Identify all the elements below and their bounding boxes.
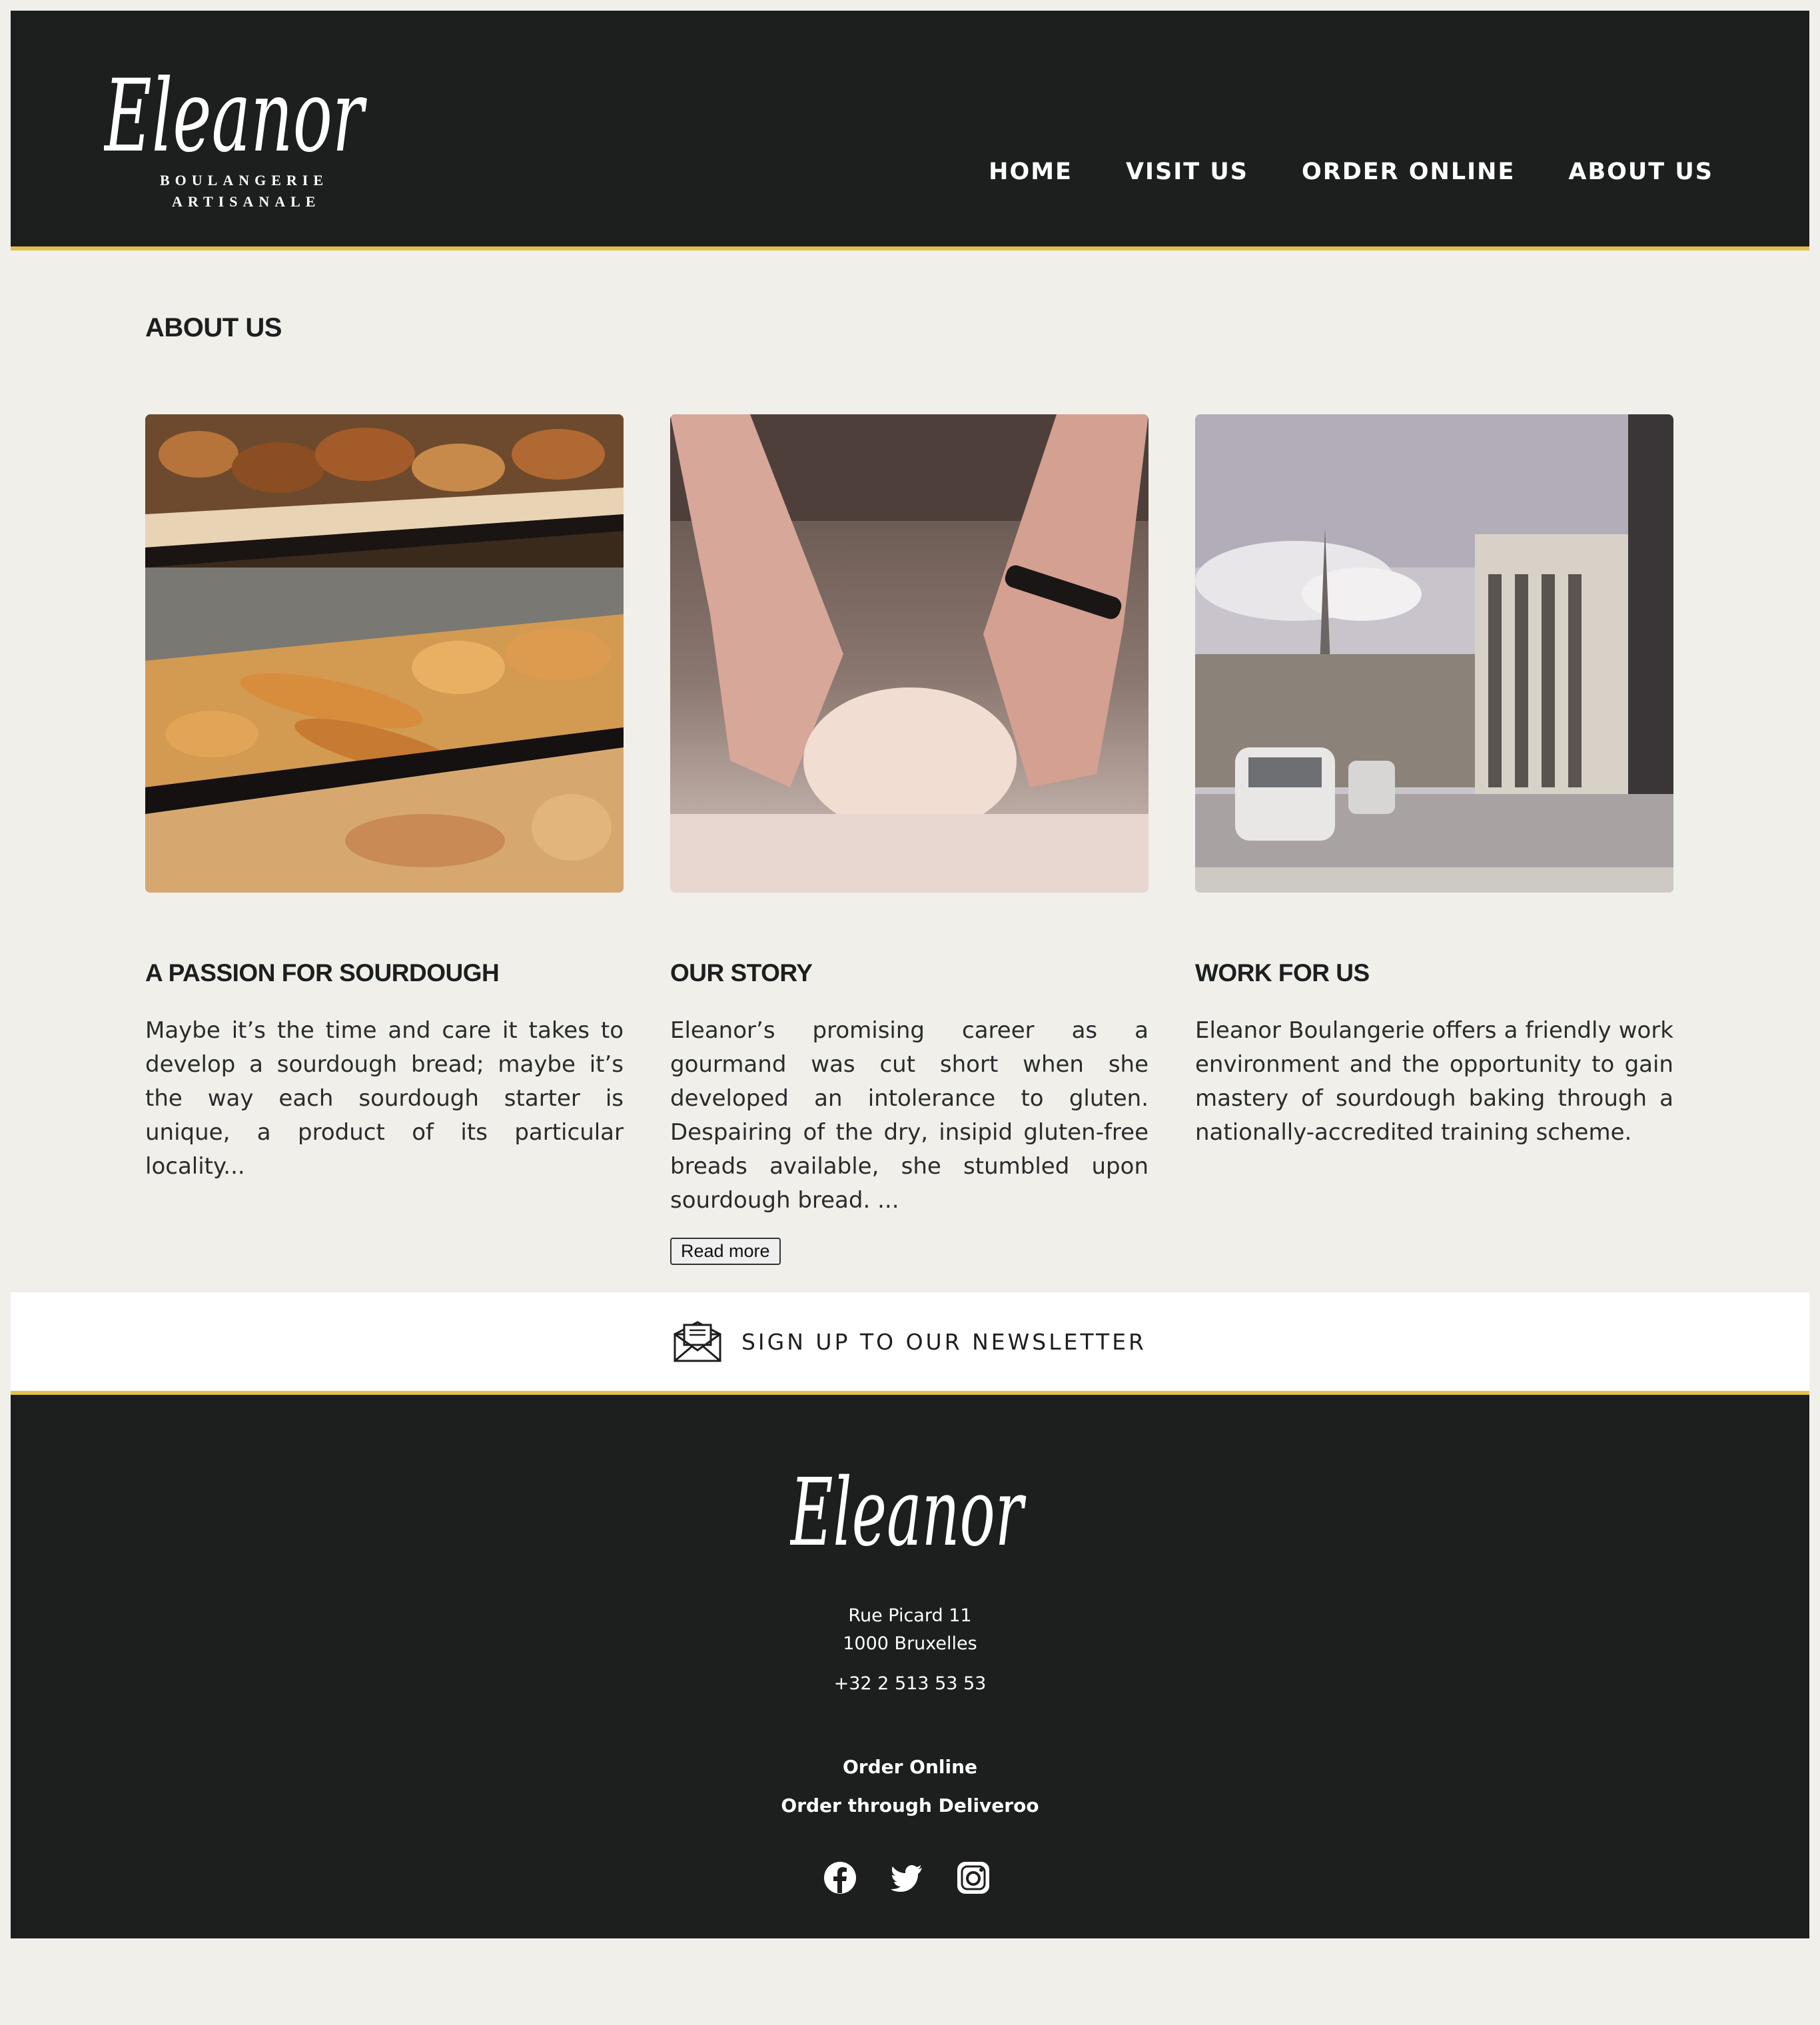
- card-text: Eleanor’s promising career as a gourmand…: [670, 1017, 1148, 1214]
- envelope-icon: [674, 1321, 721, 1362]
- order-online-link[interactable]: Order Online: [11, 1756, 1809, 1778]
- main-content: ABOUT US A PASSION FOR SOURDOUGH Maybe i…: [11, 250, 1809, 1292]
- card-title: OUR STORY: [670, 959, 813, 987]
- nav-visit-us[interactable]: VISIT US: [1126, 159, 1248, 185]
- main-nav: HOME VISIT US ORDER ONLINE ABOUT US: [989, 159, 1713, 185]
- brussels-street-image: [1195, 414, 1673, 893]
- card-work: WORK FOR US Eleanor Boulangerie offers a…: [1195, 414, 1673, 1150]
- instagram-icon[interactable]: [957, 1861, 990, 1894]
- address-line2: 1000 Bruxelles: [843, 1633, 977, 1654]
- card-text: Maybe it’s the time and care it takes to…: [145, 1017, 624, 1180]
- bakery-shelves-image: [145, 414, 624, 893]
- read-more-button[interactable]: Read more: [670, 1238, 781, 1265]
- order-deliveroo-link[interactable]: Order through Deliveroo: [11, 1795, 1809, 1817]
- nav-order-online[interactable]: ORDER ONLINE: [1302, 159, 1515, 185]
- social-links: [823, 1861, 990, 1894]
- card-passion: A PASSION FOR SOURDOUGH Maybe it’s the t…: [145, 414, 624, 1184]
- site-footer: Eleanor Rue Picard 11 1000 Bruxelles +32…: [11, 1395, 1809, 1938]
- nav-about-us[interactable]: ABOUT US: [1568, 159, 1713, 185]
- facebook-icon[interactable]: [823, 1861, 857, 1894]
- card-story: OUR STORY Eleanor’s promising career as …: [670, 414, 1148, 1265]
- phone-number[interactable]: +32 2 513 53 53: [11, 1673, 1809, 1694]
- nav-home[interactable]: HOME: [989, 159, 1073, 185]
- card-text: Eleanor Boulangerie offers a friendly wo…: [1195, 1017, 1673, 1146]
- svg-text:Eleanor: Eleanor: [790, 1459, 1026, 1561]
- footer-logo[interactable]: Eleanor: [790, 1448, 1030, 1561]
- newsletter-label: SIGN UP TO OUR NEWSLETTER: [741, 1328, 1146, 1355]
- newsletter-banner[interactable]: SIGN UP TO OUR NEWSLETTER: [11, 1292, 1809, 1395]
- logo-script: Eleanor: [104, 59, 367, 175]
- svg-text:Eleanor: Eleanor: [104, 59, 367, 175]
- card-title: A PASSION FOR SOURDOUGH: [145, 959, 500, 987]
- page-title: ABOUT US: [145, 313, 282, 342]
- address-line1: Rue Picard 11: [848, 1605, 972, 1626]
- logo-subtitle-line2: ARTISANALE: [172, 193, 321, 210]
- kneading-dough-image: [670, 414, 1148, 893]
- site-header: Eleanor BOULANGERIE ARTISANALE HOME VISI…: [11, 11, 1809, 250]
- brand-logo[interactable]: Eleanor BOULANGERIE ARTISANALE: [104, 57, 370, 217]
- twitter-icon[interactable]: [890, 1861, 923, 1894]
- logo-subtitle-line1: BOULANGERIE: [160, 172, 329, 189]
- card-title: WORK FOR US: [1195, 959, 1370, 987]
